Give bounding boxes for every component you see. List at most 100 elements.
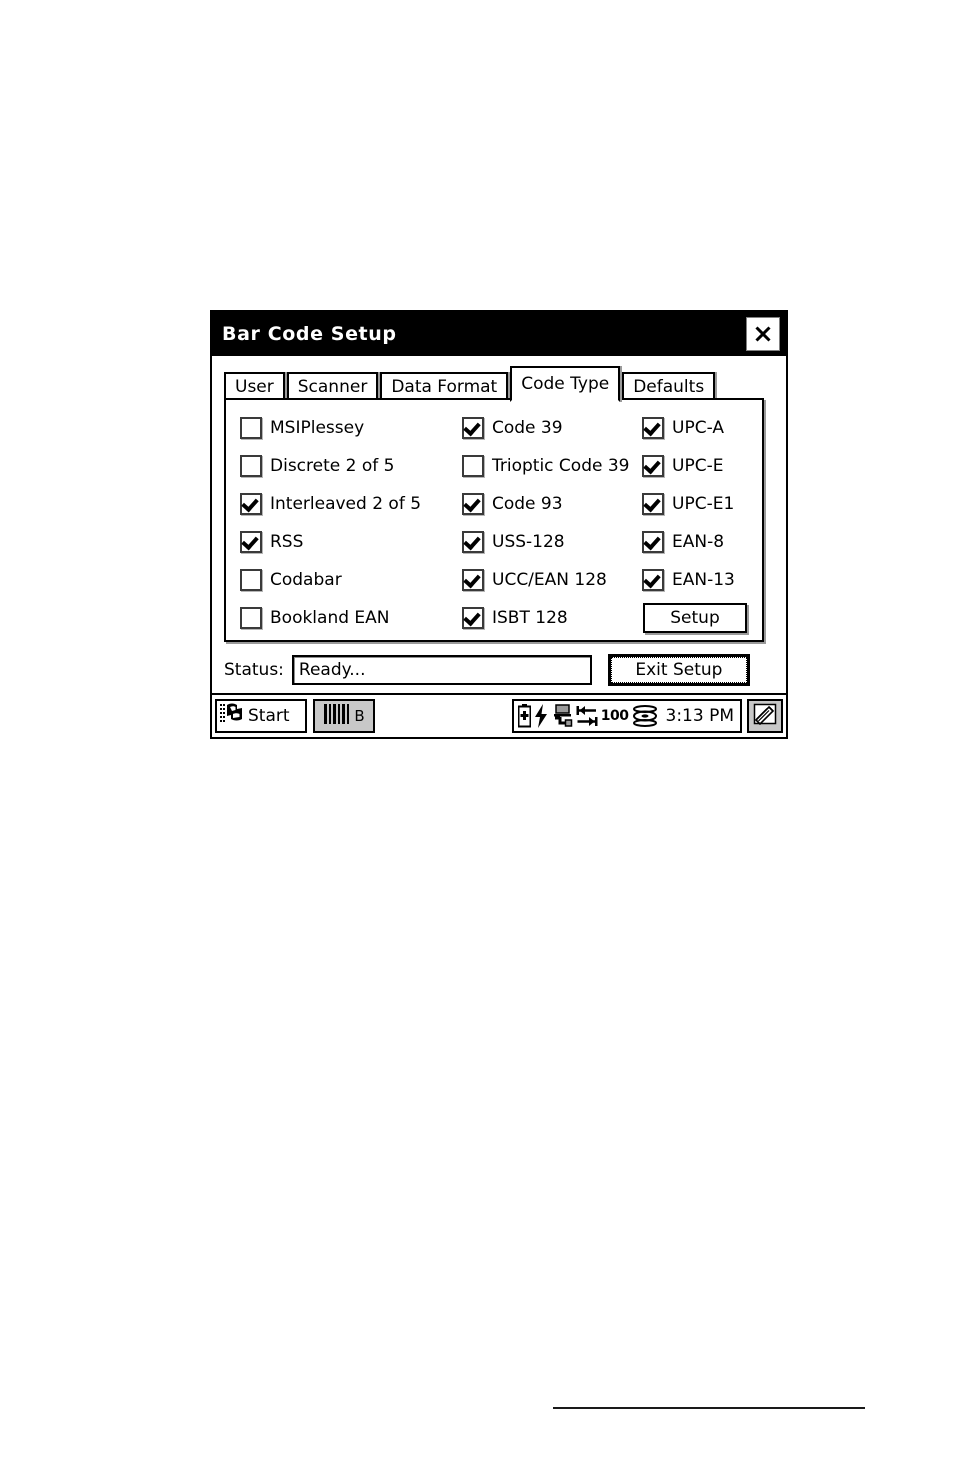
checkbox-label: USS-128 — [492, 532, 565, 552]
page-title: Bar Code Setup — [222, 323, 397, 345]
tab-label: Data Format — [391, 377, 498, 397]
checkbox-rss[interactable] — [240, 531, 262, 553]
checkbox-uss-128[interactable] — [462, 531, 484, 553]
checkbox-row-upc-a[interactable]: UPC-A — [642, 409, 754, 447]
checkbox-label: Interleaved 2 of 5 — [270, 494, 422, 514]
code-type-panel: MSIPlessey Discrete 2 of 5 Interleaved 2… — [224, 398, 764, 642]
tab-scanner[interactable]: Scanner — [286, 372, 379, 400]
checkbox-row-code-39[interactable]: Code 39 — [462, 409, 642, 447]
windows-flag-icon — [220, 702, 246, 730]
checkbox-row-discrete-2-of-5[interactable]: Discrete 2 of 5 — [240, 447, 462, 485]
setup-button[interactable]: Setup — [643, 603, 747, 633]
stylus-keyboard-icon — [753, 703, 777, 729]
close-button[interactable] — [746, 317, 780, 351]
tab-strip: User Scanner Data Format Code Type Defau… — [224, 364, 776, 402]
checkbox-isbt-128[interactable] — [462, 607, 484, 629]
checkbox-label: Bookland EAN — [270, 608, 390, 628]
disk-stack-icon[interactable] — [632, 705, 658, 727]
exit-setup-button-label: Exit Setup — [635, 660, 723, 680]
checkbox-code-93[interactable] — [462, 493, 484, 515]
tab-label: User — [235, 377, 274, 397]
checkbox-label: Trioptic Code 39 — [492, 456, 630, 476]
checkbox-label: Code 39 — [492, 418, 563, 438]
checkbox-label: EAN-13 — [672, 570, 735, 590]
code-type-column-3: UPC-A UPC-E UPC-E1 EAN-8 EAN-13 Setup — [642, 409, 754, 637]
setup-button-label: Setup — [670, 608, 720, 628]
start-button-label: Start — [248, 706, 290, 726]
checkbox-upc-e1[interactable] — [642, 493, 664, 515]
checkbox-label: UCC/EAN 128 — [492, 570, 607, 590]
checkbox-row-interleaved-2-of-5[interactable]: Interleaved 2 of 5 — [240, 485, 462, 523]
status-row: Status: Ready... Exit Setup — [224, 652, 764, 688]
dialog-titlebar: Bar Code Setup — [212, 312, 786, 356]
checkbox-label: UPC-E — [672, 456, 724, 476]
dialog-body: User Scanner Data Format Code Type Defau… — [212, 356, 786, 737]
task-button-barcode-app[interactable]: B — [313, 699, 375, 733]
tab-defaults[interactable]: Defaults — [622, 372, 716, 400]
task-button-label: B — [354, 707, 365, 725]
tab-user[interactable]: User — [224, 372, 285, 400]
checkbox-row-bookland-ean[interactable]: Bookland EAN — [240, 599, 462, 637]
start-button[interactable]: Start — [215, 699, 307, 733]
exit-setup-button-focus-ring: Exit Setup — [610, 657, 747, 683]
checkbox-label: UPC-E1 — [672, 494, 735, 514]
checkbox-row-upc-e[interactable]: UPC-E — [642, 447, 754, 485]
clock-label[interactable]: 3:13 PM — [666, 706, 735, 726]
checkbox-row-isbt-128[interactable]: ISBT 128 — [462, 599, 642, 637]
checkbox-label: EAN-8 — [672, 532, 725, 552]
device-screen: Bar Code Setup User Scanner Data Format … — [210, 310, 788, 739]
checkbox-msiplessey[interactable] — [240, 417, 262, 439]
footer-rule — [553, 1407, 865, 1409]
close-icon — [753, 324, 773, 344]
checkbox-discrete-2-of-5[interactable] — [240, 455, 262, 477]
checkbox-row-codabar[interactable]: Codabar — [240, 561, 462, 599]
checkbox-trioptic-code-39[interactable] — [462, 455, 484, 477]
network-speed-label: 100 — [600, 708, 629, 724]
tab-data-format[interactable]: Data Format — [380, 372, 509, 400]
status-field[interactable]: Ready... — [291, 655, 592, 685]
checkbox-row-code-93[interactable]: Code 93 — [462, 485, 642, 523]
tab-label: Code Type — [521, 374, 610, 394]
checkbox-bookland-ean[interactable] — [240, 607, 262, 629]
checkbox-row-ucc-ean-128[interactable]: UCC/EAN 128 — [462, 561, 642, 599]
code-type-column-2: Code 39 Trioptic Code 39 Code 93 USS-128 — [462, 409, 642, 637]
exit-setup-button[interactable]: Exit Setup — [607, 654, 750, 686]
checkbox-row-msiplessey[interactable]: MSIPlessey — [240, 409, 462, 447]
status-value: Ready... — [298, 660, 366, 680]
checkbox-ucc-ean-128[interactable] — [462, 569, 484, 591]
tab-label: Defaults — [633, 377, 705, 397]
checkbox-upc-e[interactable] — [642, 455, 664, 477]
checkbox-ean-13[interactable] — [642, 569, 664, 591]
checkbox-row-rss[interactable]: RSS — [240, 523, 462, 561]
code-type-column-1: MSIPlessey Discrete 2 of 5 Interleaved 2… — [240, 409, 462, 637]
status-label: Status: — [224, 660, 284, 680]
checkbox-label: ISBT 128 — [492, 608, 568, 628]
checkbox-ean-8[interactable] — [642, 531, 664, 553]
battery-icon[interactable] — [517, 704, 531, 728]
system-tray: 100 3:13 PM — [511, 699, 742, 733]
network-connection-icon[interactable] — [551, 704, 573, 728]
checkbox-row-ean-13[interactable]: EAN-13 — [642, 561, 754, 599]
checkbox-label: UPC-A — [672, 418, 724, 438]
checkbox-label: MSIPlessey — [270, 418, 365, 438]
checkbox-upc-a[interactable] — [642, 417, 664, 439]
data-transfer-arrows-icon[interactable] — [576, 704, 598, 728]
tab-label: Scanner — [297, 377, 368, 397]
checkbox-code-39[interactable] — [462, 417, 484, 439]
checkbox-label: RSS — [270, 532, 304, 552]
barcode-icon — [323, 703, 353, 729]
checkbox-label: Discrete 2 of 5 — [270, 456, 395, 476]
charging-bolt-icon[interactable] — [534, 704, 548, 728]
checkbox-row-uss-128[interactable]: USS-128 — [462, 523, 642, 561]
checkbox-row-trioptic-code-39[interactable]: Trioptic Code 39 — [462, 447, 642, 485]
taskbar: Start B 100 3:13 PM — [212, 693, 786, 737]
sip-button[interactable] — [747, 699, 783, 733]
checkbox-row-ean-8[interactable]: EAN-8 — [642, 523, 754, 561]
checkbox-interleaved-2-of-5[interactable] — [240, 493, 262, 515]
checkbox-label: Code 93 — [492, 494, 563, 514]
code-type-grid: MSIPlessey Discrete 2 of 5 Interleaved 2… — [240, 409, 754, 637]
tab-code-type[interactable]: Code Type — [510, 366, 621, 402]
checkbox-label: Codabar — [270, 570, 342, 590]
checkbox-codabar[interactable] — [240, 569, 262, 591]
checkbox-row-upc-e1[interactable]: UPC-E1 — [642, 485, 754, 523]
